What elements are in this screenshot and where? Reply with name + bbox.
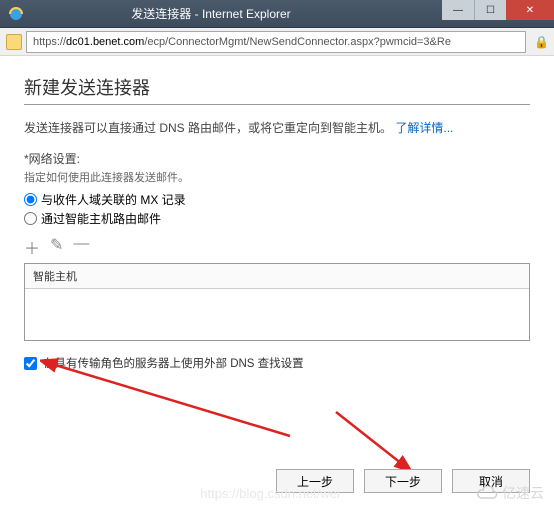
- url-prefix: https://: [33, 36, 66, 48]
- page-icon: [6, 34, 22, 50]
- window-title: 发送连接器 - Internet Explorer: [0, 5, 442, 22]
- cancel-button[interactable]: 取消: [452, 469, 530, 493]
- external-dns-checkbox[interactable]: [24, 357, 37, 370]
- lock-icon: 🔒: [534, 35, 548, 49]
- list-header: 智能主机: [25, 264, 529, 289]
- minimize-button[interactable]: —: [442, 0, 474, 20]
- url-path: /ecp/ConnectorMgmt/NewSendConnector.aspx…: [144, 36, 451, 48]
- network-settings-label: *网络设置:: [24, 150, 530, 167]
- footer-buttons: 上一步 下一步 取消: [276, 469, 530, 493]
- remove-icon[interactable]: —: [73, 235, 89, 259]
- network-settings-sublabel: 指定如何使用此连接器发送邮件。: [24, 169, 530, 185]
- smarthost-listbox[interactable]: 智能主机: [24, 263, 530, 341]
- radio-smarthost-label: 通过智能主机路由邮件: [41, 210, 161, 227]
- external-dns-label: 在具有传输角色的服务器上使用外部 DNS 查找设置: [43, 355, 304, 371]
- window-controls: — ☐ ✕: [442, 0, 554, 27]
- window-titlebar: 发送连接器 - Internet Explorer — ☐ ✕: [0, 0, 554, 28]
- radio-mx[interactable]: [24, 193, 37, 206]
- back-button[interactable]: 上一步: [276, 469, 354, 493]
- radio-mx-row[interactable]: 与收件人域关联的 MX 记录: [24, 191, 530, 208]
- radio-mx-label: 与收件人域关联的 MX 记录: [41, 191, 186, 208]
- url-host: dc01.benet.com: [66, 36, 144, 48]
- url-field[interactable]: https://dc01.benet.com/ecp/ConnectorMgmt…: [26, 31, 526, 53]
- title-divider: [24, 104, 530, 105]
- radio-smarthost-row[interactable]: 通过智能主机路由邮件: [24, 210, 530, 227]
- learn-more-link[interactable]: 了解详情...: [395, 121, 453, 135]
- address-bar: https://dc01.benet.com/ecp/ConnectorMgmt…: [0, 28, 554, 56]
- page-title: 新建发送连接器: [24, 74, 530, 100]
- page-content: 新建发送连接器 发送连接器可以直接通过 DNS 路由邮件，或将它重定向到智能主机…: [0, 56, 554, 507]
- maximize-button[interactable]: ☐: [474, 0, 506, 20]
- close-button[interactable]: ✕: [506, 0, 554, 20]
- next-button[interactable]: 下一步: [364, 469, 442, 493]
- edit-icon[interactable]: ✎: [50, 235, 63, 259]
- external-dns-checkbox-row[interactable]: 在具有传输角色的服务器上使用外部 DNS 查找设置: [24, 355, 530, 371]
- list-toolbar: ＋ ✎ —: [24, 235, 530, 259]
- radio-smarthost[interactable]: [24, 212, 37, 225]
- add-icon[interactable]: ＋: [24, 235, 40, 259]
- annotation-arrow-2: [330, 406, 420, 476]
- intro-text: 发送连接器可以直接通过 DNS 路由邮件，或将它重定向到智能主机。 了解详情..…: [24, 119, 530, 136]
